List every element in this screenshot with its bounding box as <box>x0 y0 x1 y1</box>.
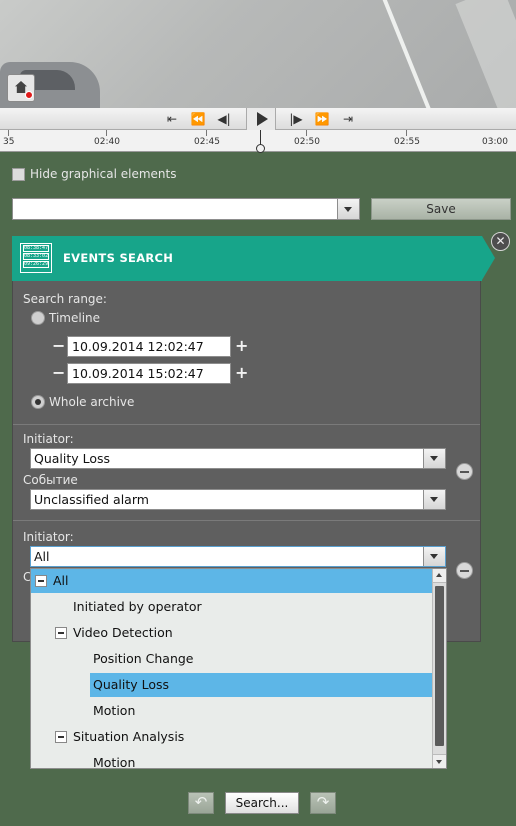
range-start-increment-icon[interactable]: + <box>235 336 248 355</box>
camera-home-button[interactable] <box>7 74 35 102</box>
collapse-icon[interactable] <box>55 731 67 743</box>
tree-item-label: Position Change <box>93 651 194 666</box>
hide-graphical-label: Hide graphical elements <box>30 167 177 181</box>
events-search-icon: 08:38:47 08:33:02 09:26:29 <box>20 243 52 273</box>
hide-graphical-checkbox[interactable] <box>12 167 25 181</box>
filter2-initiator-label: Initiator: <box>23 530 74 544</box>
remove-filter2-icon[interactable] <box>456 562 473 579</box>
filter1-event-value: Unclassified alarm <box>34 492 149 507</box>
timeline-cursor-handle[interactable] <box>256 144 265 153</box>
scroll-down-icon[interactable] <box>433 754 446 768</box>
tree-item-label: Motion <box>93 755 136 769</box>
fast-forward-icon[interactable]: ⏩ <box>313 111 331 127</box>
whole-archive-label: Whole archive <box>49 395 135 409</box>
timeline-radio-label: Timeline <box>49 311 101 325</box>
forward-button[interactable]: ↷ <box>310 792 336 814</box>
panel-title: EVENTS SEARCH <box>63 251 174 265</box>
range-start-input[interactable]: 10.09.2014 12:02:47 <box>67 336 231 357</box>
fast-rewind-icon[interactable]: ⏪ <box>189 111 207 127</box>
filter1-initiator-value: Quality Loss <box>34 451 111 466</box>
tree-item-label: Initiated by operator <box>73 599 202 614</box>
chevron-down-icon[interactable] <box>337 199 359 219</box>
play-button[interactable] <box>246 108 276 130</box>
range-end-input[interactable]: 10.09.2014 15:02:47 <box>67 363 231 384</box>
icon-line: 08:38:47 <box>23 245 49 252</box>
icon-line: 08:33:02 <box>23 253 49 260</box>
filter1-initiator-select[interactable]: Quality Loss <box>30 448 446 469</box>
timeline-label: 02:45 <box>194 137 220 147</box>
tree-item-label: Video Detection <box>73 625 173 640</box>
play-icon <box>257 112 268 126</box>
scroll-up-icon[interactable] <box>433 569 446 583</box>
range-end-decrement-icon[interactable]: − <box>52 363 65 382</box>
step-back-icon[interactable]: ◀| <box>215 111 233 127</box>
tree-item-label: Motion <box>93 703 136 718</box>
go-to-start-icon[interactable]: ⇤ <box>163 111 181 127</box>
tree-item-motion[interactable]: Motion <box>31 751 432 769</box>
hide-graphical-row[interactable]: Hide graphical elements <box>12 167 176 181</box>
filter1-event-select[interactable]: Unclassified alarm <box>30 489 446 510</box>
timeline-radio[interactable] <box>31 311 45 325</box>
scrollbar-thumb[interactable] <box>435 586 444 746</box>
tree-item-initiated-by-operator[interactable]: Initiated by operator <box>31 595 432 619</box>
search-range-label: Search range: <box>23 292 107 306</box>
filter1-initiator-label: Initiator: <box>23 432 74 446</box>
tree-scrollbar[interactable] <box>432 569 446 768</box>
search-button[interactable]: Search... <box>225 792 299 814</box>
tree-item-label: Situation Analysis <box>73 729 185 744</box>
chevron-down-icon[interactable] <box>423 490 445 509</box>
video-preview <box>0 0 516 108</box>
road-marking <box>380 0 434 108</box>
icon-line: 09:26:29 <box>23 261 49 268</box>
tree-item-label: Quality Loss <box>93 677 170 692</box>
initiator-dropdown-tree[interactable]: All Initiated by operator Video Detectio… <box>30 568 447 769</box>
remove-filter1-icon[interactable] <box>456 463 473 480</box>
road-marking <box>455 0 516 108</box>
timeline-tick <box>406 130 407 136</box>
playback-controls: ⇤ ⏪ ◀| |▶ ⏩ ⇥ <box>0 108 516 130</box>
timeline-label: 02:50 <box>294 137 320 147</box>
layout-select[interactable] <box>12 198 360 220</box>
save-button[interactable]: Save <box>371 198 511 220</box>
tree-item-motion[interactable]: Motion <box>31 699 432 723</box>
timeline-label: 35 <box>3 137 15 147</box>
divider <box>13 424 480 425</box>
timeline-tick <box>106 130 107 136</box>
chevron-down-icon[interactable] <box>423 449 445 468</box>
chevron-down-icon[interactable] <box>423 547 445 566</box>
collapse-icon[interactable] <box>55 627 67 639</box>
events-search-header: 08:38:47 08:33:02 09:26:29 EVENTS SEARCH <box>12 236 495 281</box>
timeline-tick <box>306 130 307 136</box>
tree-item-quality-loss[interactable]: Quality Loss <box>90 673 432 697</box>
divider <box>13 520 480 521</box>
timeline-label: 03:00 <box>482 137 508 147</box>
step-forward-icon[interactable]: |▶ <box>287 111 305 127</box>
go-to-end-icon[interactable]: ⇥ <box>339 111 357 127</box>
timeline-label: 02:40 <box>94 137 120 147</box>
filter1-event-label: Событие <box>23 473 78 487</box>
record-indicator-icon <box>25 91 33 99</box>
range-end-increment-icon[interactable]: + <box>235 363 248 382</box>
tree-item-label: All <box>53 573 69 588</box>
collapse-icon[interactable] <box>35 575 47 587</box>
close-icon[interactable]: ✕ <box>491 232 510 251</box>
range-start-decrement-icon[interactable]: − <box>52 336 65 355</box>
filter2-initiator-select[interactable]: All <box>30 546 446 567</box>
whole-archive-radio[interactable] <box>31 395 45 409</box>
timeline-tick <box>206 130 207 136</box>
tree-item-video-detection[interactable]: Video Detection <box>31 621 432 645</box>
back-button[interactable]: ↶ <box>188 792 214 814</box>
tree-item-situation-analysis[interactable]: Situation Analysis <box>31 725 432 749</box>
tree-item-position-change[interactable]: Position Change <box>31 647 432 671</box>
tree-item-all[interactable]: All <box>31 569 432 593</box>
timeline-tick <box>8 130 9 136</box>
timeline-label: 02:55 <box>394 137 420 147</box>
filter2-initiator-value: All <box>34 549 50 564</box>
